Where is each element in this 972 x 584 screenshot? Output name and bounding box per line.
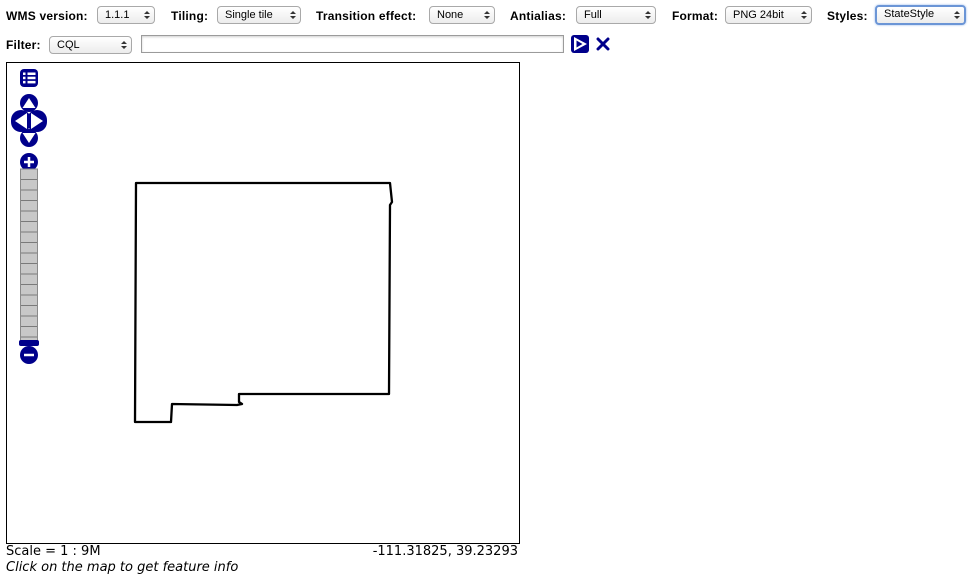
- tiling-group: Tiling:: [171, 6, 208, 26]
- layers-list-icon[interactable]: [20, 69, 38, 87]
- transition-value: None: [437, 9, 464, 21]
- map-canvas[interactable]: [7, 63, 519, 543]
- zoom-slider-track[interactable]: [20, 168, 38, 346]
- transition-label: Transition effect:: [316, 9, 417, 23]
- pan-up-icon[interactable]: [20, 94, 38, 112]
- zoom-control: [19, 153, 39, 364]
- format-value: PNG 24bit: [733, 9, 784, 21]
- antialias-group: Antialias:: [510, 6, 566, 26]
- map-viewport[interactable]: [6, 62, 520, 544]
- pan-down-icon[interactable]: [20, 129, 38, 147]
- transition-group: Transition effect:: [316, 6, 416, 26]
- zoom-in-icon[interactable]: [20, 153, 38, 171]
- styles-group: Styles:: [827, 6, 868, 26]
- wms-version-label: WMS version:: [6, 9, 88, 23]
- antialias-select[interactable]: Full: [576, 6, 656, 24]
- wms-options-toolbar: WMS version: 1.1.1 Tiling: Single tile T…: [6, 5, 966, 26]
- select-arrows-icon: [290, 11, 296, 19]
- zoom-slider-handle[interactable]: [19, 340, 39, 346]
- tiling-select[interactable]: Single tile: [217, 6, 301, 24]
- pan-control: [11, 94, 47, 147]
- format-select[interactable]: PNG 24bit: [725, 6, 812, 24]
- styles-label: Styles:: [827, 9, 868, 23]
- filter-type-value: CQL: [57, 39, 80, 51]
- filter-text-input[interactable]: [141, 35, 564, 53]
- antialias-value: Full: [584, 9, 602, 21]
- state-boundary-outline: [133, 181, 394, 424]
- format-label: Format:: [672, 9, 719, 23]
- format-group: Format:: [672, 6, 718, 26]
- wms-version-select[interactable]: 1.1.1: [97, 6, 155, 24]
- styles-select[interactable]: StateStyle: [875, 5, 966, 25]
- filter-label: Filter:: [6, 38, 41, 52]
- styles-value: StateStyle: [884, 8, 935, 20]
- zoom-out-icon[interactable]: [20, 346, 38, 364]
- play-icon[interactable]: [571, 35, 589, 53]
- wms-version-group: WMS version:: [6, 6, 88, 26]
- tiling-value: Single tile: [225, 9, 273, 21]
- filter-type-select[interactable]: CQL: [49, 36, 132, 54]
- transition-select[interactable]: None: [429, 6, 495, 24]
- wms-version-value: 1.1.1: [105, 9, 130, 21]
- select-arrows-icon: [954, 11, 960, 19]
- select-arrows-icon: [121, 41, 127, 49]
- select-arrows-icon: [144, 11, 150, 19]
- select-arrows-icon: [801, 11, 807, 19]
- antialias-label: Antialias:: [510, 9, 567, 23]
- select-arrows-icon: [645, 11, 651, 19]
- pan-right-icon[interactable]: [27, 110, 47, 132]
- filter-row: Filter: CQL: [6, 35, 626, 55]
- filter-group: Filter:: [6, 35, 41, 55]
- tiling-label: Tiling:: [171, 9, 209, 23]
- cursor-coordinates: -111.31825, 39.23293: [372, 544, 518, 559]
- scale-readout: Scale = 1 : 9M: [6, 544, 101, 559]
- select-arrows-icon: [484, 11, 490, 19]
- close-icon[interactable]: [596, 37, 610, 51]
- feature-info-hint: Click on the map to get feature info: [6, 560, 239, 575]
